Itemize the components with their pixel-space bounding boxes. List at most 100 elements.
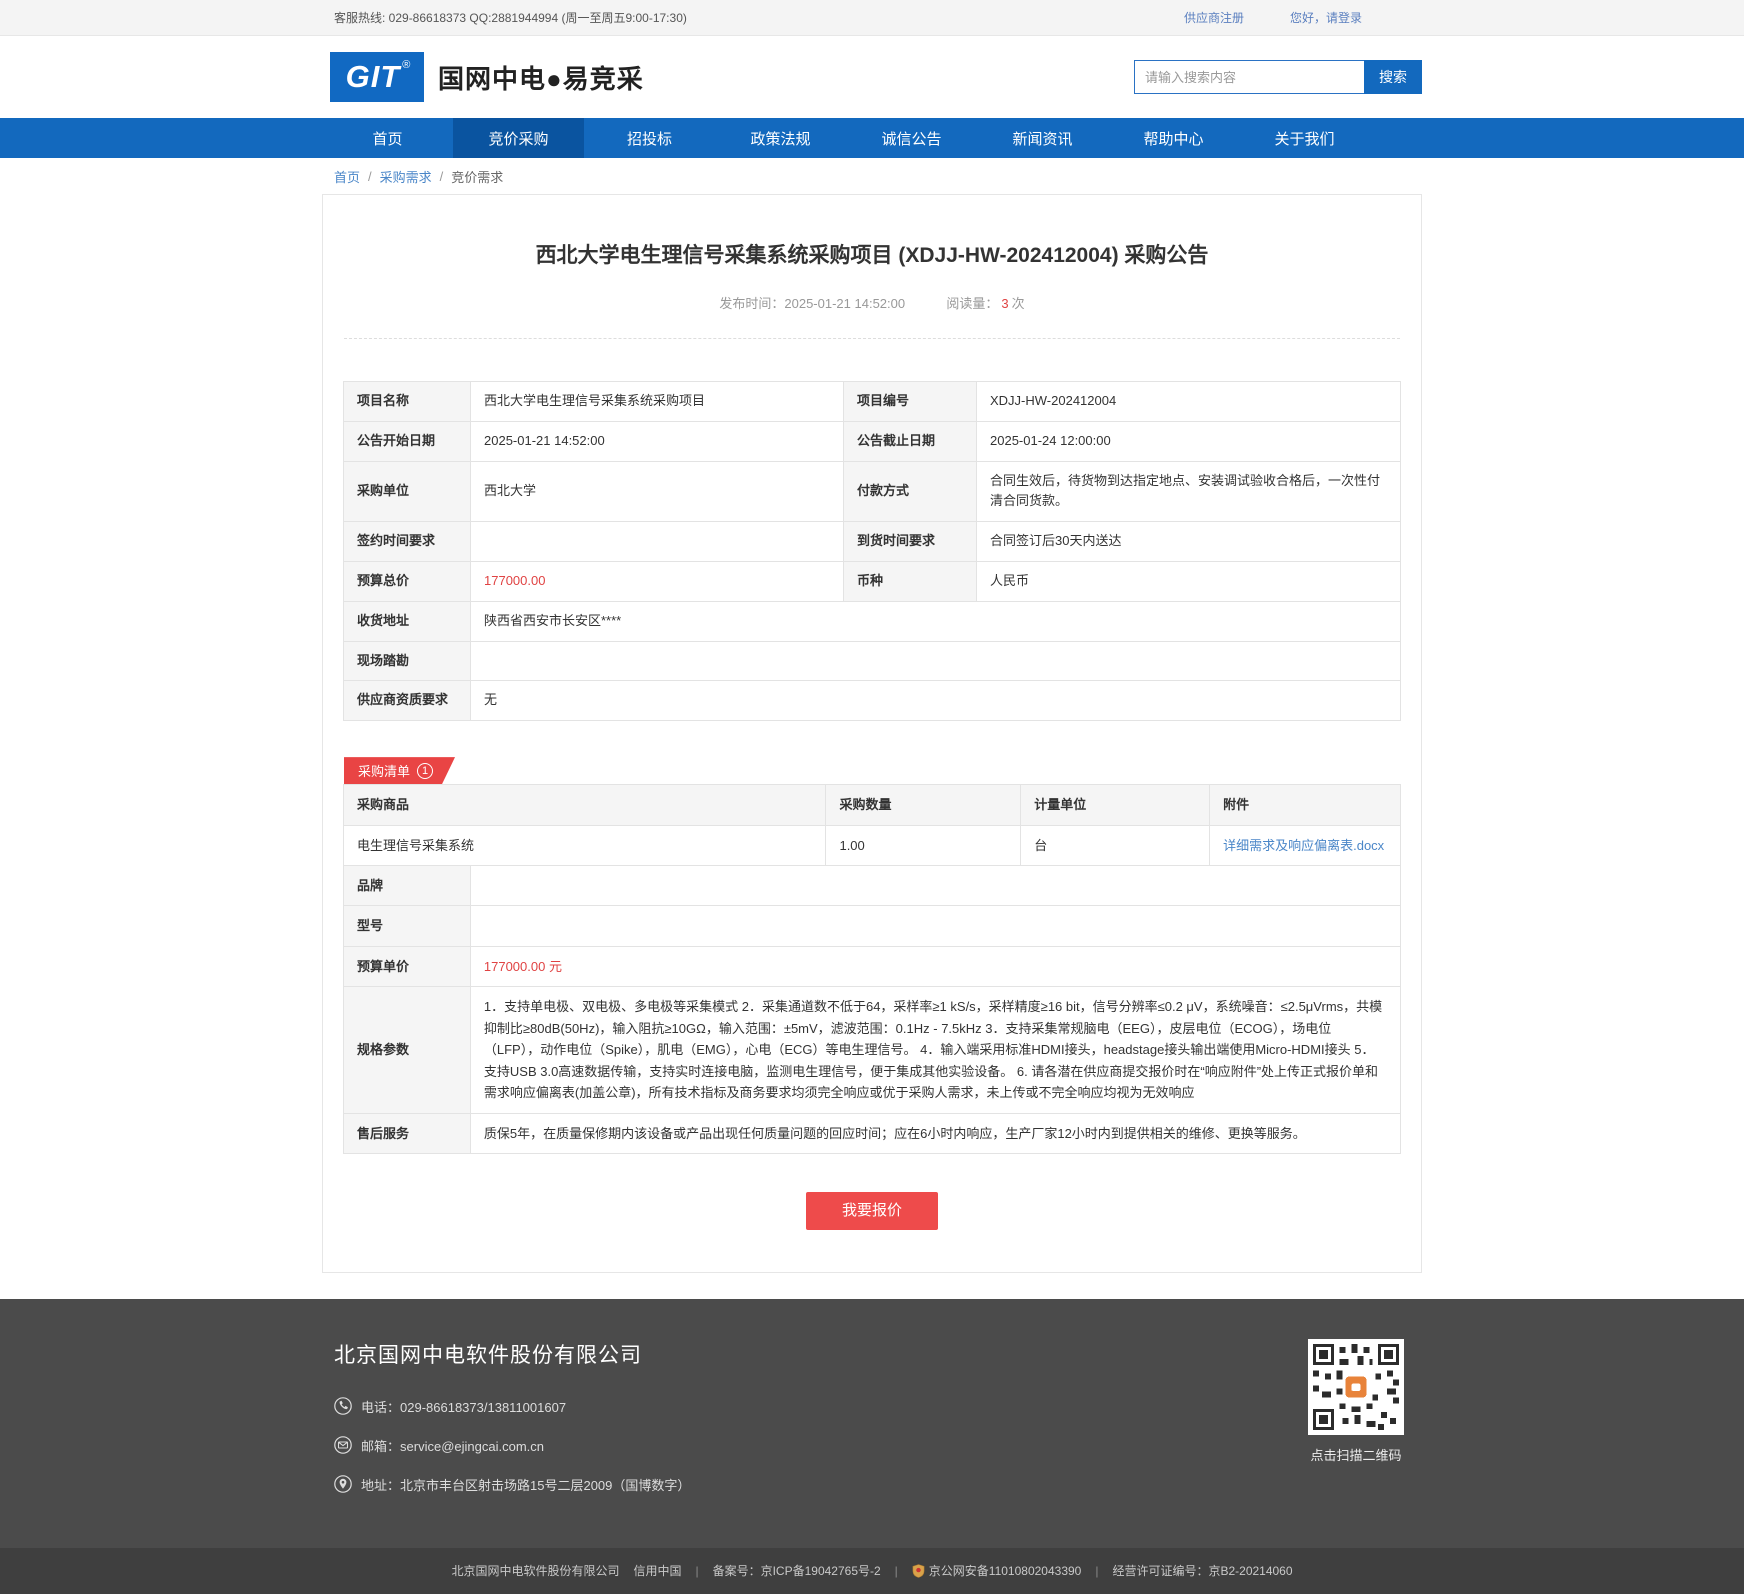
start-date-label: 公告开始日期 (344, 421, 471, 461)
qr-code[interactable] (1308, 1339, 1404, 1435)
footer: 北京国网中电软件股份有限公司 电话：029-86618373/138110016… (0, 1299, 1744, 1548)
footer-email: service@ejingcai.com.cn (400, 1439, 544, 1454)
purchase-list-badge-label: 采购清单 (358, 761, 410, 780)
brand: GIT® 国网中电●易竞采 (322, 52, 644, 102)
product-header: 采购商品 (344, 785, 826, 825)
police-record-link[interactable]: 京公网安备11010802043390 (929, 1562, 1082, 1579)
product-value: 电生理信号采集系统 (344, 825, 826, 865)
table-row: 预算总价 177000.00 币种 人民币 (344, 561, 1401, 601)
brand-label: 品牌 (344, 866, 471, 906)
end-date-value: 2025-01-24 12:00:00 (977, 421, 1401, 461)
footer-phone: 029-86618373/13811001607 (400, 1400, 566, 1415)
unit-value: 台 (1021, 825, 1210, 865)
breadcrumb-separator: / (440, 169, 444, 184)
unit-price-label: 预算单价 (344, 946, 471, 986)
footer-bottom-bar: 北京国网中电软件股份有限公司 信用中国 | 备案号：京ICP备19042765号… (0, 1548, 1744, 1594)
nav-item-help[interactable]: 帮助中心 (1108, 118, 1239, 158)
nav-item-about[interactable]: 关于我们 (1239, 118, 1370, 158)
announcement-card: 西北大学电生理信号采集系统采购项目 (XDJJ-HW-202412004) 采购… (322, 194, 1422, 1273)
unit-header: 计量单位 (1021, 785, 1210, 825)
footer-phone-row: 电话：029-86618373/13811001607 (334, 1397, 690, 1416)
views-label: 阅读量： (946, 296, 998, 311)
nav-item-policy[interactable]: 政策法规 (715, 118, 846, 158)
qualification-label: 供应商资质要求 (344, 681, 471, 721)
main-nav: 首页 竞价采购 招投标 政策法规 诚信公告 新闻资讯 帮助中心 关于我们 (0, 118, 1744, 158)
separator: | (895, 1564, 898, 1578)
table-row: 规格参数 1．支持单电极、双电极、多电极等采集模式 2．采集通道数不低于64，采… (344, 987, 1401, 1113)
license-number: 经营许可证编号：京B2-20214060 (1112, 1562, 1292, 1579)
breadcrumb-separator: / (368, 169, 372, 184)
budget-value: 177000.00 (471, 561, 844, 601)
table-row: 型号 (344, 906, 1401, 946)
table-row: 电生理信号采集系统 1.00 台 详细需求及响应偏离表.docx (344, 825, 1401, 865)
supplier-register-link[interactable]: 供应商注册 (1184, 9, 1244, 26)
spec-label: 规格参数 (344, 987, 471, 1113)
currency-value: 人民币 (977, 561, 1401, 601)
breadcrumb-purchase-demand[interactable]: 采购需求 (380, 167, 432, 186)
separator: | (1095, 1564, 1098, 1578)
after-sale-value: 质保5年，在质量保修期内该设备或产品出现任何质量问题的回应时间；应在6小时内响应… (470, 1113, 1400, 1153)
page-title: 西北大学电生理信号采集系统采购项目 (XDJJ-HW-202412004) 采购… (323, 195, 1421, 269)
table-row: 公告开始日期 2025-01-21 14:52:00 公告截止日期 2025-0… (344, 421, 1401, 461)
project-no-label: 项目编号 (844, 382, 977, 422)
footer-email-label: 邮箱： (361, 1439, 400, 1454)
delivery-time-value: 合同签订后30天内送达 (977, 522, 1401, 562)
footer-address-label: 地址： (361, 1478, 400, 1493)
buyer-value: 西北大学 (471, 461, 844, 522)
views-count: 3 (1001, 296, 1008, 311)
qualification-value: 无 (471, 681, 1401, 721)
purchase-list-count: 1 (417, 763, 433, 779)
project-no-value: XDJJ-HW-202412004 (977, 382, 1401, 422)
table-row: 现场踏勘 (344, 641, 1401, 681)
site-header: GIT® 国网中电●易竞采 搜索 (0, 36, 1744, 118)
attachment-link[interactable]: 详细需求及响应偏离表.docx (1223, 838, 1384, 853)
breadcrumb: 首页 / 采购需求 / 竞价需求 (322, 158, 1422, 194)
search-input[interactable] (1134, 60, 1364, 94)
breadcrumb-current: 竞价需求 (451, 167, 503, 186)
service-hotline: 客服热线: 029-86618373 QQ:2881944994 (周一至周五9… (322, 9, 687, 26)
views-unit: 次 (1012, 296, 1025, 311)
sign-time-label: 签约时间要求 (344, 522, 471, 562)
nav-item-tender[interactable]: 招投标 (584, 118, 715, 158)
purchase-list-badge: 采购清单 1 (344, 757, 455, 784)
currency-label: 币种 (844, 561, 977, 601)
payment-value: 合同生效后，待货物到达指定地点、安装调试验收合格后，一次性付清合同货款。 (977, 461, 1401, 522)
police-badge-icon (912, 1564, 925, 1578)
registered-mark: ® (402, 59, 410, 71)
quantity-value: 1.00 (826, 825, 1021, 865)
nav-item-bidding-purchase[interactable]: 竞价采购 (453, 118, 584, 158)
nav-item-integrity[interactable]: 诚信公告 (846, 118, 977, 158)
logo-text: GIT (346, 52, 401, 102)
start-date-value: 2025-01-21 14:52:00 (471, 421, 844, 461)
delivery-time-label: 到货时间要求 (844, 522, 977, 562)
quote-button[interactable]: 我要报价 (806, 1192, 938, 1230)
payment-label: 付款方式 (844, 461, 977, 522)
buyer-label: 采购单位 (344, 461, 471, 522)
model-label: 型号 (344, 906, 471, 946)
quantity-header: 采购数量 (826, 785, 1021, 825)
nav-item-news[interactable]: 新闻资讯 (977, 118, 1108, 158)
table-row: 售后服务 质保5年，在质量保修期内该设备或产品出现任何质量问题的回应时间；应在6… (344, 1113, 1401, 1153)
site-visit-value (471, 641, 1401, 681)
table-row: 收货地址 陕西省西安市长安区**** (344, 601, 1401, 641)
git-logo: GIT® (330, 52, 424, 102)
footer-company-name: 北京国网中电软件股份有限公司 (334, 1339, 690, 1369)
separator: | (695, 1564, 698, 1578)
table-row: 采购单位 西北大学 付款方式 合同生效后，待货物到达指定地点、安装调试验收合格后… (344, 461, 1401, 522)
project-info-table: 项目名称 西北大学电生理信号采集系统采购项目 项目编号 XDJJ-HW-2024… (343, 381, 1401, 721)
publish-time: 2025-01-21 14:52:00 (784, 296, 905, 311)
nav-item-home[interactable]: 首页 (322, 118, 453, 158)
search-button[interactable]: 搜索 (1364, 60, 1422, 94)
announcement-meta: 发布时间：2025-01-21 14:52:00 阅读量：3次 (323, 269, 1421, 338)
breadcrumb-home[interactable]: 首页 (334, 167, 360, 186)
end-date-label: 公告截止日期 (844, 421, 977, 461)
credit-china-link[interactable]: 信用中国 (633, 1562, 681, 1579)
after-sale-label: 售后服务 (344, 1113, 471, 1153)
login-link[interactable]: 您好，请登录 (1290, 9, 1362, 26)
attachment-header: 附件 (1210, 785, 1401, 825)
brand-value (470, 866, 1400, 906)
topbar: 客服热线: 029-86618373 QQ:2881944994 (周一至周五9… (0, 0, 1744, 36)
site-visit-label: 现场踏勘 (344, 641, 471, 681)
table-row: 预算单价 177000.00 元 (344, 946, 1401, 986)
footer-email-row: 邮箱：service@ejingcai.com.cn (334, 1436, 690, 1455)
